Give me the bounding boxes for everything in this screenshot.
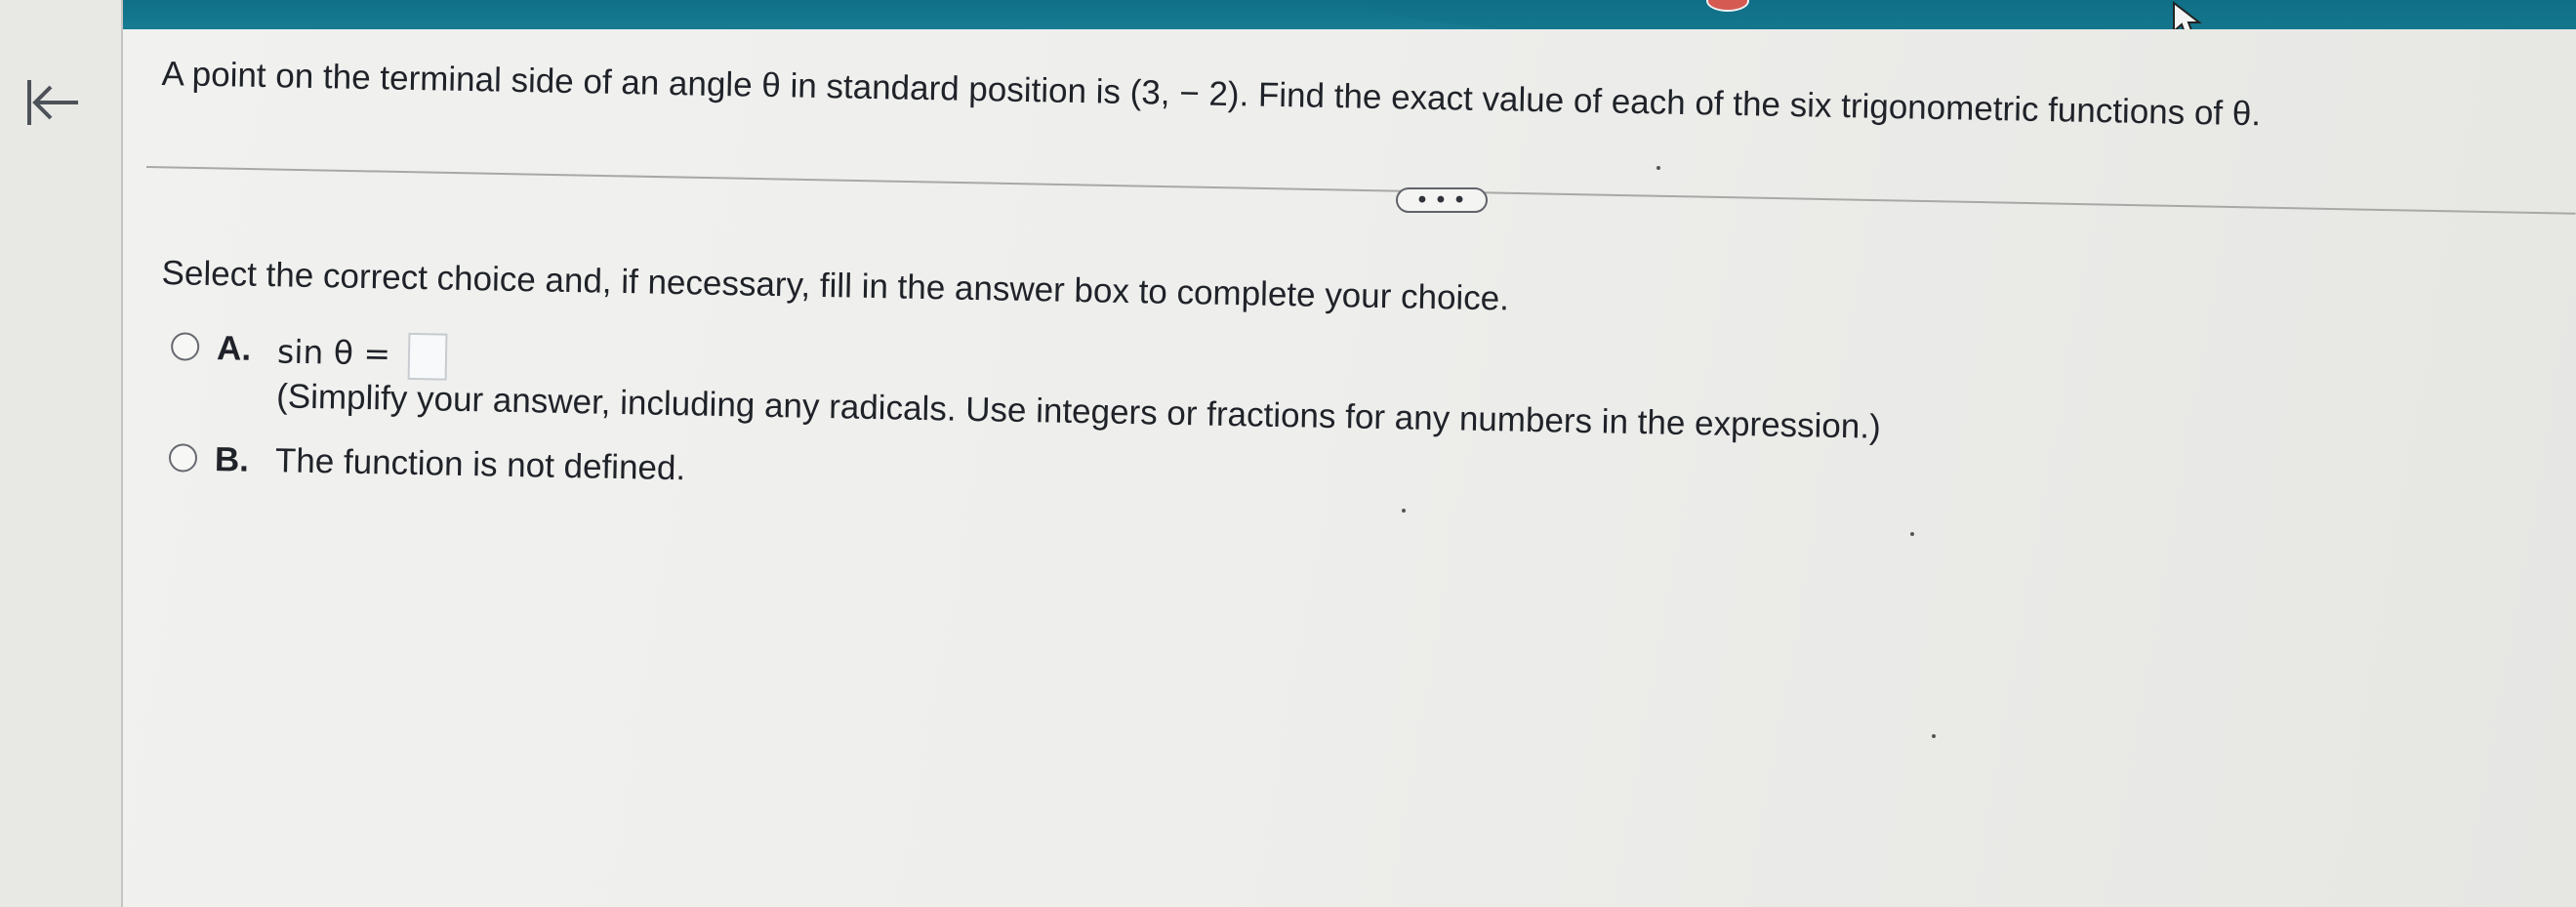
choice-b-radio[interactable] [168,443,198,473]
choice-b-letter: B. [214,440,250,479]
sine-expression: sin θ = [276,332,391,373]
answer-prompt-block: Select the correct choice and, if necess… [157,254,2406,529]
screen-speck [1932,734,1936,738]
choice-a-expression-row: sin θ = [276,330,448,381]
screen-speck [1656,166,1660,170]
screen-speck [1910,532,1914,536]
choice-a-letter: A. [216,329,252,368]
sine-answer-input[interactable] [407,332,448,381]
choice-a-radio[interactable] [170,332,200,361]
left-navigation-rail [0,0,123,907]
choice-b-text: The function is not defined. [274,441,686,488]
show-more-button[interactable]: • • • [1396,187,1488,213]
back-to-start-icon[interactable] [23,72,84,133]
screen-speck [1402,509,1406,513]
